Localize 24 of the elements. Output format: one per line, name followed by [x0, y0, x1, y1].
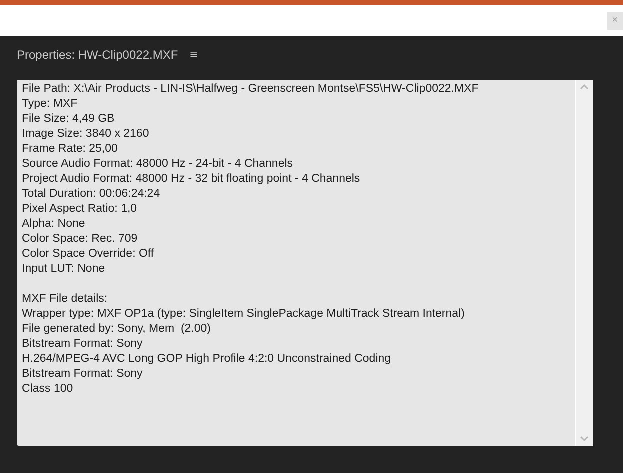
property-line: Input LUT: None: [22, 262, 106, 277]
scrollbar[interactable]: [575, 80, 593, 446]
property-line: File Path: X:\Air Products - LIN-IS\Halfweg - Greenscreen Montse\FS5\HW-Clip0022.MXF: [22, 82, 479, 97]
property-line: Project Audio Format: 48000 Hz - 32 bit floating point - 4 Channels: [22, 172, 360, 187]
property-line: File generated by: Sony, Mem (2.00): [22, 322, 211, 337]
property-line: File Size: 4,49 GB: [22, 112, 115, 127]
property-line: Wrapper type: MXF OP1a (type: SingleItem SinglePackage MultiTrack Stream Internal): [22, 307, 465, 322]
panel-title: Properties: HW-Clip0022.MXF: [17, 46, 178, 64]
property-line: Source Audio Format: 48000 Hz - 24-bit - 4 Channels: [22, 157, 294, 172]
property-line: Color Space Override: Off: [22, 247, 154, 262]
property-line: Pixel Aspect Ratio: 1,0: [22, 202, 138, 217]
property-line: Class 100: [22, 382, 74, 397]
scroll-down-icon[interactable]: [580, 436, 589, 442]
property-line: Type: MXF: [22, 97, 78, 112]
property-line: Alpha: None: [22, 217, 86, 232]
property-line: Bitstream Format: Sony: [22, 367, 143, 382]
property-line: Bitstream Format: Sony: [22, 337, 143, 352]
property-line: Color Space: Rec. 709: [22, 232, 138, 247]
property-line: MXF File details:: [22, 292, 108, 307]
property-line: Image Size: 3840 x 2160: [22, 127, 150, 142]
scroll-up-icon[interactable]: [580, 84, 589, 90]
property-line: Frame Rate: 25,00: [22, 142, 118, 157]
property-line: Total Duration: 00:06:24:24: [22, 187, 160, 202]
property-line: H.264/MPEG-4 AVC Long GOP High Profile 4:2:0 Unconstrained Coding: [22, 352, 392, 367]
